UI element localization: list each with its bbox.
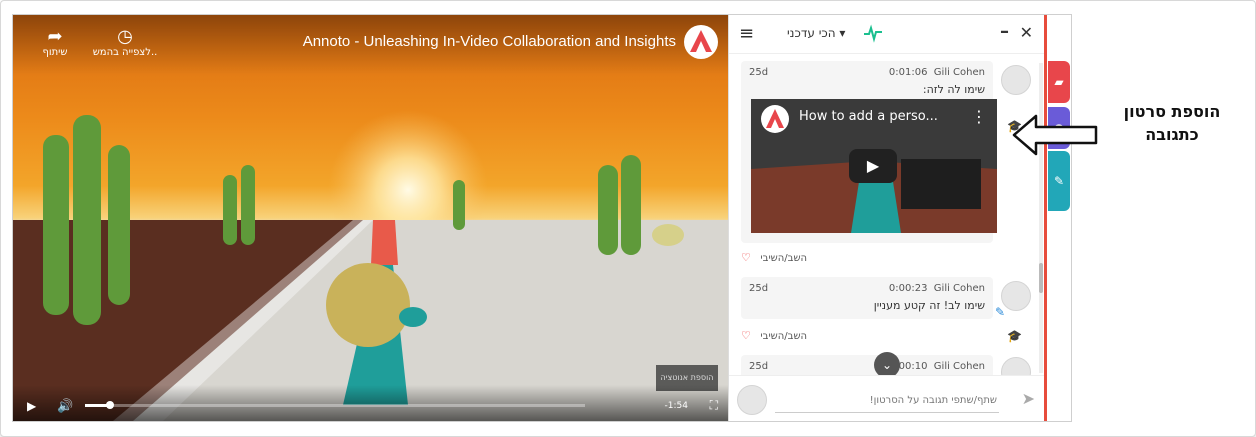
progress-handle[interactable] <box>106 401 114 409</box>
tab-comments[interactable]: ▰ <box>1048 61 1070 103</box>
annoto-logo[interactable] <box>684 25 718 59</box>
comment-author-line: 0:00:23 Gili Cohen <box>889 283 985 294</box>
clock-icon: ◷ <box>117 26 133 47</box>
embed-title: How to add a perso... <box>799 109 938 124</box>
share-label: שיתוף <box>42 47 68 58</box>
share-icon: ➦ <box>47 26 63 47</box>
more-options-icon[interactable]: ⋮ <box>971 107 987 126</box>
comments-panel: ≡ ▾ הכי עדכני – ✕ 25d 0:01:06 Gili Cohen… <box>728 15 1045 421</box>
comment-age: 25d <box>749 67 769 78</box>
comment-timestamp[interactable]: 0:01:06 <box>889 67 928 78</box>
comment-age: 25d <box>749 361 769 372</box>
video-title: Annoto - Unleashing In-Video Collaborati… <box>302 33 676 50</box>
annotation-label: הוספת סרטון כתגובה <box>1102 100 1242 146</box>
comment-author: Gili Cohen <box>933 283 985 294</box>
avatar <box>737 385 767 415</box>
close-icon[interactable]: ✕ <box>1020 23 1033 42</box>
menu-icon[interactable]: ≡ <box>739 23 754 44</box>
comment-card: 25d 0:00:10 Gili Cohen <box>741 355 993 375</box>
arrow-left-icon <box>1012 114 1098 156</box>
embed-play-button[interactable]: ▶ <box>849 149 897 183</box>
time-remaining: -1:54 <box>664 401 688 411</box>
side-tabs: ▰ ● ✎ <box>1044 15 1071 421</box>
chevron-down-icon: ⌄ <box>881 358 893 372</box>
comment-author: Gili Cohen <box>933 361 985 372</box>
watch-later-button[interactable]: ◷ לצפייה בהמש.. <box>85 26 165 59</box>
comment-actions: השב/השיבי ♡ <box>741 329 807 342</box>
avatar <box>1001 357 1031 375</box>
minimize-icon[interactable]: – <box>1000 21 1009 42</box>
comment-text: שימו לה לזה: <box>922 83 985 96</box>
sort-label: הכי עדכני <box>787 26 836 40</box>
embed-channel-logo <box>761 105 789 133</box>
chevron-down-icon: ▾ <box>839 26 846 40</box>
scrollbar[interactable] <box>1039 63 1043 373</box>
volume-icon[interactable]: 🔊 <box>57 399 73 414</box>
scroll-down-button[interactable]: ⌄ <box>874 352 900 375</box>
comments-list: 25d 0:01:06 Gili Cohen שימו לה לזה: How … <box>729 53 1045 375</box>
share-button[interactable]: ➦ שיתוף <box>37 26 73 59</box>
comment-actions: השב/השיבי ♡ <box>741 251 807 264</box>
comment-card: 25d 0:01:06 Gili Cohen שימו לה לזה: How … <box>741 61 997 243</box>
comments-icon: ▰ <box>1054 75 1064 89</box>
play-icon[interactable]: ▶ <box>27 399 36 413</box>
annotation-line-2: כתגובה <box>1145 125 1199 144</box>
heart-icon[interactable]: ♡ <box>741 329 751 342</box>
video-frame <box>13 110 728 421</box>
comment-composer: ➤ <box>729 375 1045 421</box>
embedded-video[interactable]: How to add a perso... ⋮ ▶ <box>751 99 997 233</box>
sort-dropdown[interactable]: ▾ הכי עדכני <box>787 26 845 40</box>
tab-edit[interactable]: ✎ <box>1048 151 1070 211</box>
watch-later-label: לצפייה בהמש.. <box>92 47 158 58</box>
accent-bar <box>1044 15 1047 421</box>
progress-bar[interactable] <box>85 401 585 409</box>
avatar <box>1001 281 1031 311</box>
comment-age: 25d <box>749 283 769 294</box>
comment-card: 25d 0:00:23 Gili Cohen שימו לב! זה קטע מ… <box>741 277 993 319</box>
comment-author-line: 0:00:10 Gili Cohen <box>889 361 985 372</box>
pencil-icon: ✎ <box>995 305 1006 319</box>
send-icon[interactable]: ➤ <box>1022 389 1035 408</box>
pulse-icon[interactable] <box>863 23 883 47</box>
annoto-player-app: ➦ שיתוף ◷ לצפייה בהמש.. Annoto - Unleash… <box>12 14 1072 422</box>
avatar <box>1001 65 1031 95</box>
reply-button[interactable]: השב/השיבי <box>760 253 807 264</box>
comment-input[interactable] <box>775 388 999 413</box>
reply-button[interactable]: השב/השיבי <box>760 331 807 342</box>
video-player[interactable]: ➦ שיתוף ◷ לצפייה בהמש.. Annoto - Unleash… <box>13 15 728 421</box>
comment-timestamp[interactable]: 0:00:23 <box>889 283 928 294</box>
comment-author-line: 0:01:06 Gili Cohen <box>889 67 985 78</box>
edit-icon: ✎ <box>1053 174 1065 188</box>
video-controls: ▶ 🔊 -1:54 ⛶ <box>13 385 728 421</box>
fullscreen-icon[interactable]: ⛶ <box>710 398 718 413</box>
heart-icon[interactable]: ♡ <box>741 251 751 264</box>
panel-header: ≡ ▾ הכי עדכני – ✕ <box>729 15 1045 54</box>
scrollbar-thumb[interactable] <box>1039 263 1043 293</box>
comment-author: Gili Cohen <box>933 67 985 78</box>
comment-text: שימו לב! זה קטע מעניין <box>873 299 985 312</box>
annotation-line-1: הוספת סרטון <box>1123 102 1221 121</box>
graduation-cap-icon: 🎓 <box>1007 329 1022 343</box>
